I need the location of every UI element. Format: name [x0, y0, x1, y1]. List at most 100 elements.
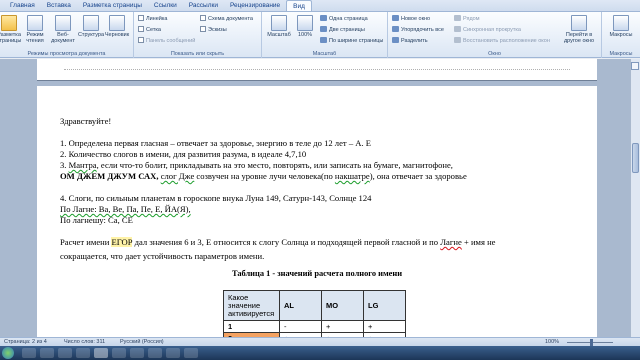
magnifier-icon [271, 15, 287, 31]
document-map-checkbox[interactable]: Схема документа [200, 15, 253, 23]
tab-references[interactable]: Ссылки [148, 0, 183, 11]
show-group-label: Показать или скрыть [170, 51, 225, 57]
table-header-cell: Какое значение активируется [223, 290, 280, 321]
page-divider [64, 69, 570, 70]
greeting: Здравствуйте! [60, 116, 112, 126]
reading-mode-button[interactable]: Режим чтения [20, 15, 50, 44]
previous-page-bottom [37, 59, 597, 81]
arrange-all-button[interactable]: Упорядочить все [392, 26, 444, 34]
ruler-checkbox[interactable]: Линейка [138, 15, 167, 23]
taskbar-app-6[interactable] [112, 348, 126, 358]
word-window: Главная Вставка Разметка страницы Ссылки… [0, 0, 640, 360]
page-count[interactable]: Страница: 2 из 4 [4, 339, 47, 345]
word-mantra: Мантра [68, 160, 97, 170]
page-100-icon [297, 15, 313, 31]
split-button[interactable]: Разделить [392, 37, 428, 45]
tab-page-layout[interactable]: Разметка страницы [77, 0, 148, 11]
checkbox-icon [138, 26, 144, 32]
mantra-text: ОМ ДЖЕМ ДЖУМ САХ, [60, 171, 159, 181]
taskbar-app-4[interactable] [76, 348, 90, 358]
doc-line-1: 1. Определена первая гласная – отвечает … [60, 138, 372, 148]
print-layout-icon [1, 15, 17, 31]
taskbar-app-1[interactable] [22, 348, 36, 358]
show-group: Линейка Сетка Панель сообщений Схема док… [134, 12, 262, 58]
two-pages-button[interactable]: Две страницы [320, 26, 365, 34]
zoom-slider-knob[interactable] [590, 339, 593, 346]
tab-view[interactable]: Вид [286, 0, 312, 11]
switch-windows-button[interactable]: Перейти в другое окно [560, 15, 598, 44]
macros-icon [613, 15, 629, 31]
taskbar-app-9[interactable] [166, 348, 180, 358]
scrollbar-thumb[interactable] [632, 143, 639, 173]
zoom-group-label: Масштаб [312, 51, 337, 57]
window-group-label: Окно [488, 51, 501, 57]
one-page-button[interactable]: Одна страница [320, 15, 368, 23]
tab-insert[interactable]: Вставка [41, 0, 77, 11]
taskbar-app-3[interactable] [58, 348, 72, 358]
table-header-cell: MO [321, 290, 364, 321]
zoom-group: Масштаб 100% Одна страница Две страницы … [262, 12, 388, 58]
sync-scroll-icon [454, 26, 461, 32]
document-area[interactable]: Здравствуйте! 1. Определена первая гласн… [0, 59, 640, 346]
table-header-cell: LG [363, 290, 406, 321]
tab-mailings[interactable]: Рассылки [183, 0, 224, 11]
macros-button[interactable]: Макросы [606, 15, 636, 38]
one-page-icon [320, 15, 327, 21]
taskbar-app-2[interactable] [40, 348, 54, 358]
start-button[interactable] [2, 347, 14, 359]
thumbnails-checkbox[interactable]: Эскизы [200, 26, 227, 34]
table-header-cell: AL [279, 290, 322, 321]
ribbon-tabs: Главная Вставка Разметка страницы Ссылки… [0, 0, 640, 12]
doc-line-3: 3. Мантра, если что-то болит, прикладыва… [60, 160, 453, 170]
word-nakshatre: накшатре [334, 171, 370, 181]
split-icon [392, 37, 399, 43]
side-by-side-button[interactable]: Рядом [454, 15, 480, 23]
arrange-all-icon [392, 26, 399, 32]
taskbar-app-7[interactable] [130, 348, 144, 358]
outline-icon [83, 15, 99, 31]
zoom-level[interactable]: 100% [545, 339, 559, 345]
taskbar [0, 346, 640, 360]
taskbar-app-8[interactable] [148, 348, 162, 358]
side-by-side-icon [454, 15, 461, 21]
checkbox-icon [200, 15, 206, 21]
highlighted-name: ЕГОР [111, 237, 133, 247]
doc-line-7: По лагнешу: Са, СЕ [60, 215, 133, 225]
ruler-toggle-icon[interactable] [631, 62, 639, 70]
word-lagne: Лагне [440, 237, 462, 247]
sync-scroll-button[interactable]: Синхронная прокрутка [454, 26, 521, 34]
doc-line-2: 2. Количество слогов в имени, для развит… [60, 149, 307, 159]
page-width-icon [320, 37, 327, 43]
tab-review[interactable]: Рецензирование [224, 0, 286, 11]
taskbar-word[interactable] [94, 348, 108, 358]
checkbox-icon [138, 37, 144, 43]
reset-window-position-button[interactable]: Восстановить расположение окон [454, 37, 550, 45]
taskbar-app-10[interactable] [184, 348, 198, 358]
doc-paragraph-1: Расчет имени ЕГОР дал значения 6 и 3, Е … [60, 237, 496, 247]
draft-icon [109, 15, 125, 31]
language[interactable]: Русский (Россия) [120, 339, 164, 345]
new-window-icon [392, 15, 399, 21]
doc-paragraph-2: сокращается, что дает устойчивость парам… [60, 251, 265, 261]
draft-button[interactable]: Черновик [102, 15, 132, 38]
document-page[interactable]: Здравствуйте! 1. Определена первая гласн… [37, 86, 597, 346]
ribbon: Разметка страницы Режим чтения Веб-докум… [0, 12, 640, 58]
macros-group-label: Макросы [609, 51, 633, 57]
views-group: Разметка страницы Режим чтения Веб-докум… [0, 12, 134, 58]
message-bar-checkbox[interactable]: Панель сообщений [138, 37, 195, 45]
reset-window-icon [454, 37, 461, 43]
two-pages-icon [320, 26, 327, 32]
web-layout-button[interactable]: Веб-документ [48, 15, 78, 44]
switch-windows-icon [571, 15, 587, 31]
vertical-scrollbar[interactable] [630, 59, 640, 337]
tab-home[interactable]: Главная [4, 0, 41, 11]
page-width-button[interactable]: По ширине страницы [320, 37, 383, 45]
zoom-100-button[interactable]: 100% [290, 15, 320, 38]
word-count[interactable]: Число слов: 311 [64, 339, 105, 345]
web-layout-icon [55, 15, 71, 31]
new-window-button[interactable]: Новое окно [392, 15, 430, 23]
table-title: Таблица 1 - значений расчета полного име… [231, 269, 403, 278]
views-group-label: Режимы просмотра документа [27, 51, 106, 57]
status-bar: Страница: 2 из 4 Число слов: 311 Русский… [0, 337, 640, 346]
gridlines-checkbox[interactable]: Сетка [138, 26, 161, 34]
